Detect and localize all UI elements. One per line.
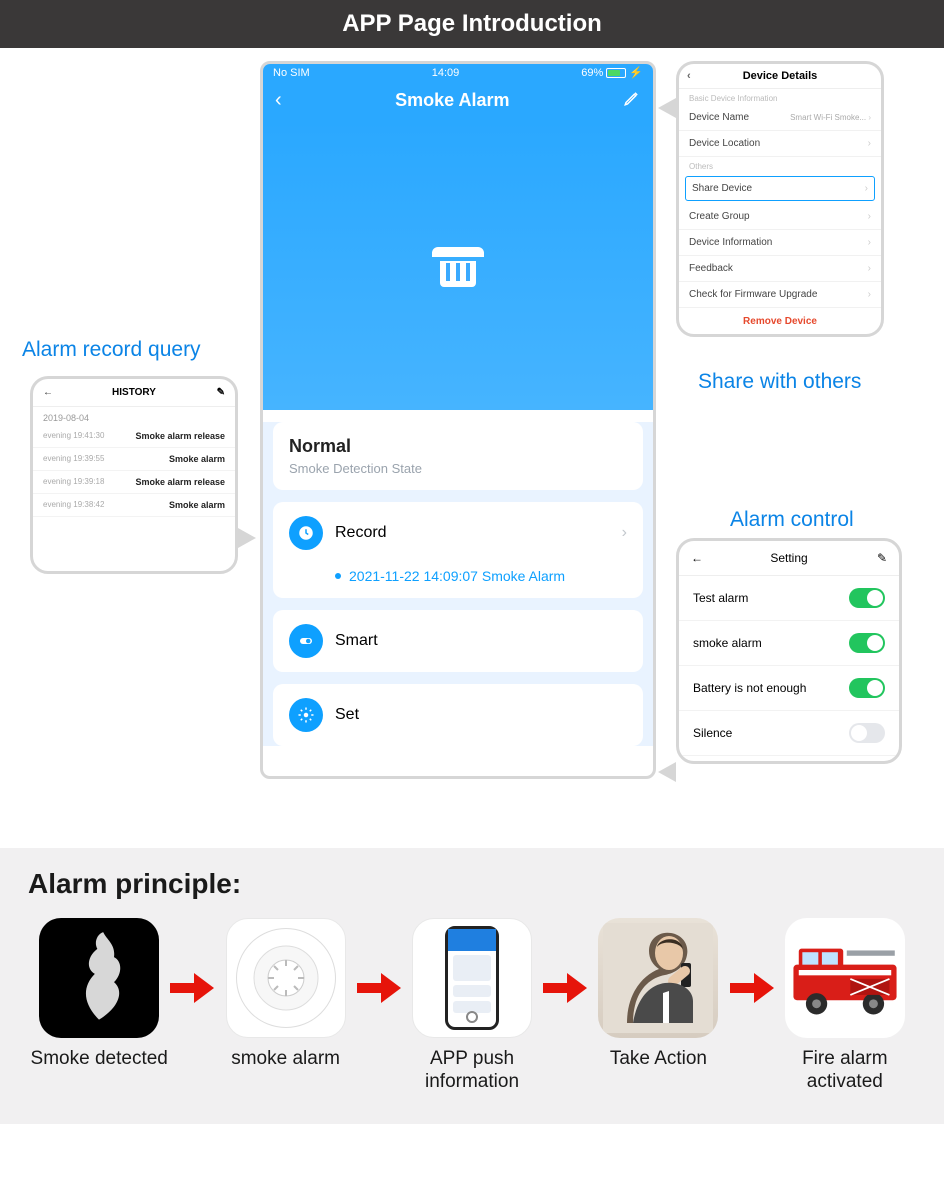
battery-icon [606,68,626,78]
toggle-switch[interactable] [849,678,885,698]
details-location-row[interactable]: Device Location› [679,131,881,157]
history-popout: ← HISTORY ✎ 2019-08-04 evening 19:41:30S… [30,376,238,574]
banner-title: APP Page Introduction [342,10,602,37]
details-info-row[interactable]: Device Information› [679,230,881,256]
set-card[interactable]: Set [273,684,643,746]
edit-icon[interactable] [623,89,641,112]
clock-icon [289,516,323,550]
smoke-icon [39,918,159,1038]
history-row: evening 19:39:55Smoke alarm [33,448,235,471]
smart-label: Smart [335,632,378,650]
arrow-icon [357,973,401,1008]
details-firmware-row[interactable]: Check for Firmware Upgrade› [679,282,881,308]
setting-popout: ← Setting ✎ Test alarm smoke alarm Batte… [676,538,902,764]
state-subtitle: Smoke Detection State [289,461,627,476]
history-row: evening 19:39:18Smoke alarm release [33,471,235,494]
pointer-triangle [238,528,256,548]
back-icon[interactable]: ← [691,551,703,565]
step-take-action: Take Action [587,918,729,1071]
setting-row: Silence [679,711,899,756]
setting-header: ← Setting ✎ [679,541,899,576]
set-label: Set [335,706,359,724]
details-group-row[interactable]: Create Group› [679,204,881,230]
smart-card[interactable]: Smart [273,610,643,672]
label-alarm-record: Alarm record query [22,338,201,362]
detector-icon [226,918,346,1038]
history-header: ← HISTORY ✎ [33,379,235,407]
nav-bar: ‹ Smoke Alarm [263,81,653,120]
state-card: Normal Smoke Detection State [273,422,643,490]
step-smoke-alarm: smoke alarm [214,918,356,1071]
back-icon[interactable]: ‹ [687,70,691,82]
pointer-triangle [658,98,676,118]
status-carrier: No SIM [273,67,310,79]
smoke-alarm-icon [426,233,490,297]
hero-area [263,120,653,410]
principle-steps: Smoke detected smoke alarm APP push info… [28,918,916,1094]
setting-row: Battery is not enough [679,666,899,711]
chevron-right-icon: › [622,524,627,542]
charging-icon: ⚡ [629,66,643,79]
principle-heading: Alarm principle: [28,868,916,900]
person-phone-icon [598,918,718,1038]
history-row: evening 19:38:42Smoke alarm [33,494,235,517]
edit-icon[interactable]: ✎ [877,551,887,565]
toggle-switch[interactable] [849,723,885,743]
setting-row: Test alarm [679,576,899,621]
details-section-basic: Basic Device Information [679,89,881,105]
status-battery: 69% ⚡ [581,66,643,79]
edit-icon[interactable]: ✎ [217,387,225,398]
setting-row: smoke alarm [679,621,899,666]
remove-device-button[interactable]: Remove Device [679,308,881,335]
pointer-triangle [658,762,676,782]
step-fire-alarm: Fire alarm activated [774,918,916,1094]
label-alarm-control: Alarm control [730,508,854,532]
details-feedback-row[interactable]: Feedback› [679,256,881,282]
restore-defaults[interactable]: Restore Factory Defaults [679,335,881,337]
toggle-switch[interactable] [849,588,885,608]
phone-icon [412,918,532,1038]
toggle-icon [289,624,323,658]
back-icon[interactable]: ‹ [275,89,282,112]
arrow-icon [543,973,587,1008]
nav-title: Smoke Alarm [395,90,509,111]
step-app-push: APP push information [401,918,543,1094]
status-time: 14:09 [432,67,460,79]
record-latest: 2021-11-22 14:09:07 Smoke Alarm [289,568,627,584]
history-date: 2019-08-04 [33,407,235,425]
details-share-row[interactable]: Share Device› [685,176,875,201]
gear-icon [289,698,323,732]
toggle-switch[interactable] [849,633,885,653]
device-details-popout: ‹ Device Details Basic Device Informatio… [676,61,884,337]
history-row: evening 19:41:30Smoke alarm release [33,425,235,448]
status-bar: No SIM 14:09 69% ⚡ [263,64,653,81]
diagram-stage: Alarm record query Share with others Ala… [0,48,944,848]
cards-area: Normal Smoke Detection State Record › 20… [263,422,653,746]
arrow-icon [730,973,774,1008]
record-card[interactable]: Record › 2021-11-22 14:09:07 Smoke Alarm [273,502,643,598]
details-section-others: Others [679,157,881,173]
details-name-row[interactable]: Device NameSmart Wi-Fi Smoke... › [679,105,881,131]
main-phone: No SIM 14:09 69% ⚡ ‹ Smoke Alarm Normal … [260,61,656,779]
fire-truck-icon [785,918,905,1038]
label-share: Share with others [698,370,861,394]
record-label: Record [335,524,387,542]
header-banner: APP Page Introduction [0,0,944,48]
details-header: ‹ Device Details [679,64,881,89]
bullet-icon [335,573,341,579]
principle-section: Alarm principle: Smoke detected smoke al… [0,848,944,1124]
state-title: Normal [289,436,627,457]
back-icon[interactable]: ← [43,387,53,398]
step-smoke-detected: Smoke detected [28,918,170,1071]
arrow-icon [170,973,214,1008]
